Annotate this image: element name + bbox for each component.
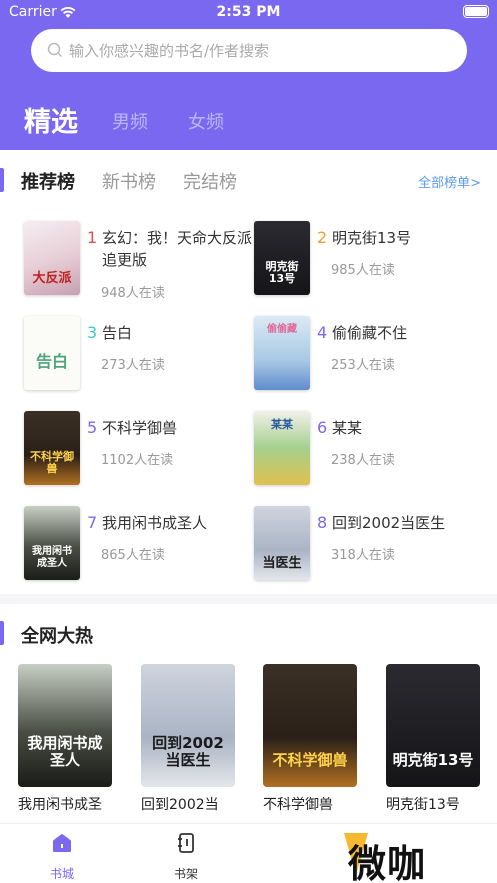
reader-count: 238人在读 — [331, 453, 395, 468]
rank-item[interactable]: 某某 6 某某 238人在读 — [254, 411, 484, 487]
rank-item[interactable]: 偷偷藏 4 偷偷藏不住 253人在读 — [254, 316, 484, 392]
reader-count: 318人在读 — [331, 548, 395, 563]
book-title: 偷偷藏不住 — [332, 324, 408, 342]
all-rankings-link[interactable]: 全部榜单> — [418, 172, 481, 191]
search-icon — [47, 42, 63, 58]
book-title: 回到2002当医生 — [332, 514, 446, 532]
channel-tabs: 精选 男频 女频 — [0, 96, 497, 140]
tab-featured[interactable]: 精选 — [24, 100, 78, 139]
rank-item[interactable]: 告白 3 告白 273人在读 — [24, 316, 254, 392]
search-placeholder: 输入你感兴趣的书名/作者搜索 — [69, 42, 270, 60]
hot-section-title: 全网大热 — [21, 626, 93, 647]
book-title: 回到2002当 — [141, 797, 219, 813]
watermark-text: 微咖 — [348, 842, 427, 883]
book-title: 不科学御兽 — [263, 797, 333, 813]
home-icon — [53, 834, 71, 852]
book-cover: 某某 — [254, 411, 310, 485]
book-cover: 明克街13号 — [254, 221, 310, 295]
book-title: 某某 — [332, 419, 363, 437]
rank-number: 1 — [87, 228, 98, 247]
reader-count: 948人在读 — [101, 286, 165, 301]
status-time: 2:53 PM — [216, 4, 281, 20]
rank-number: 5 — [87, 418, 98, 437]
book-title: 告白 — [102, 324, 133, 342]
reader-count: 1102人在读 — [101, 453, 174, 468]
reader-count: 865人在读 — [101, 548, 165, 563]
bookshelf-icon — [178, 833, 194, 853]
book-title: 我用闲书成圣 — [18, 797, 102, 813]
book-cover: 不科学御兽 — [263, 664, 357, 787]
rank-item[interactable]: 不科学御兽 5 不科学御兽 1102人在读 — [24, 411, 254, 487]
watermark-logo: 微咖 — [342, 829, 454, 883]
book-cover: 我用闲书成圣人 — [24, 506, 80, 580]
rank-tabs: 推荐榜 新书榜 完结榜 全部榜单> — [0, 165, 497, 197]
section-indicator — [0, 621, 4, 645]
book-cover: 偷偷藏 — [254, 316, 310, 390]
book-cover: 我用闲书成圣人 — [18, 664, 112, 787]
book-cover: 明克街13号 — [386, 664, 480, 787]
book-cover: 大反派 — [24, 221, 80, 295]
section-divider — [0, 594, 497, 604]
tab-recommended[interactable]: 推荐榜 — [21, 168, 75, 194]
tab-bookstore-label: 书城 — [49, 867, 74, 881]
hot-book-item[interactable]: 回到2002当医生 回到2002当 — [141, 664, 241, 814]
book-title: 明克街13号 — [386, 797, 460, 813]
rank-number: 7 — [87, 513, 98, 532]
book-cover: 不科学御兽 — [24, 411, 80, 485]
hot-book-item[interactable]: 不科学御兽 不科学御兽 — [263, 664, 363, 814]
book-cover: 告白 — [24, 316, 80, 390]
rank-number: 8 — [317, 513, 328, 532]
hot-book-item[interactable]: 我用闲书成圣人 我用闲书成圣 — [18, 664, 118, 814]
reader-count: 985人在读 — [331, 263, 395, 278]
tab-female[interactable]: 女频 — [188, 108, 224, 134]
book-title: 不科学御兽 — [102, 419, 178, 437]
reader-count: 253人在读 — [331, 358, 395, 373]
status-bar: Carrier 2:53 PM — [0, 0, 497, 26]
tab-bookshelf[interactable]: 书架 — [166, 832, 206, 882]
book-cover: 当医生 — [254, 506, 310, 580]
book-title: 我用闲书成圣人 — [102, 514, 208, 532]
rank-item[interactable]: 大反派 1 玄幻：我！天命大反派追更版 948人在读 — [24, 221, 254, 301]
book-cover: 回到2002当医生 — [141, 664, 235, 787]
rank-number: 2 — [317, 228, 328, 247]
rank-indicator — [0, 168, 4, 192]
search-input[interactable]: 输入你感兴趣的书名/作者搜索 — [31, 29, 467, 72]
tab-bookshelf-label: 书架 — [173, 867, 198, 881]
book-title: 玄幻：我！天命大反派追更版 — [102, 229, 253, 269]
reader-count: 273人在读 — [101, 358, 165, 373]
tab-completed[interactable]: 完结榜 — [183, 168, 237, 194]
tab-male[interactable]: 男频 — [112, 108, 148, 134]
rank-number: 6 — [317, 418, 328, 437]
rank-item[interactable]: 我用闲书成圣人 7 我用闲书成圣人 865人在读 — [24, 506, 254, 582]
rank-item[interactable]: 当医生 8 回到2002当医生 318人在读 — [254, 506, 484, 582]
rank-number: 4 — [317, 323, 328, 342]
hot-book-item[interactable]: 明克街13号 明克街13号 — [386, 664, 486, 814]
book-title: 明克街13号 — [332, 229, 412, 247]
rank-number: 3 — [87, 323, 98, 342]
rank-item[interactable]: 明克街13号 2 明克街13号 985人在读 — [254, 221, 484, 297]
battery-icon — [463, 5, 489, 18]
tab-new-books[interactable]: 新书榜 — [102, 168, 156, 194]
header: Carrier 2:53 PM 输入你感兴趣的书名/作者搜索 精选 男频 女频 — [0, 0, 497, 150]
tab-bookstore[interactable]: 书城 — [42, 832, 82, 882]
